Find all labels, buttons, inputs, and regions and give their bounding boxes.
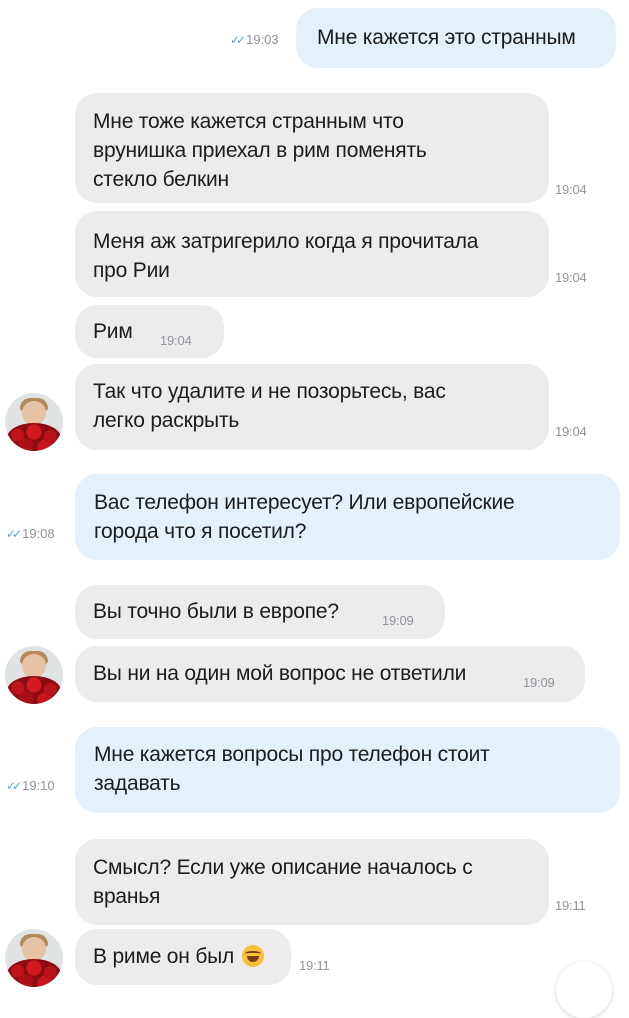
time-label: 19:04 (555, 182, 587, 197)
message-text: Рим (93, 320, 133, 343)
time-label: 19:04 (555, 424, 587, 439)
outgoing-message[interactable]: Вас телефон интересует? Или европейские … (75, 474, 620, 560)
incoming-message[interactable]: Смысл? Если уже описание началось с вран… (75, 839, 586, 925)
time-label: 19:08 (22, 526, 55, 541)
message-text: Меня аж затригерило когда я прочитала пр… (93, 230, 479, 282)
time-label: 19:09 (382, 613, 414, 628)
message-text: Так что удалите и не позорьтесь, вас лег… (93, 380, 446, 432)
message-text: Вы точно были в европе? (93, 600, 339, 623)
sender-avatar[interactable] (5, 646, 63, 704)
sender-avatar[interactable] (5, 929, 63, 987)
message-text-content: В риме он был (93, 945, 235, 968)
time-label: 19:09 (523, 675, 555, 690)
incoming-message[interactable]: Так что удалите и не позорьтесь, вас лег… (75, 364, 587, 450)
scroll-to-bottom-button[interactable] (556, 962, 612, 1018)
face-with-tears-of-joy-icon (241, 945, 264, 967)
message-text: Мне кажется вопросы про телефон стоит за… (94, 743, 490, 795)
time-label: 19:10 (22, 778, 55, 793)
message-text: Мне кажется это странным (317, 26, 576, 49)
outgoing-message[interactable]: Мне кажется вопросы про телефон стоит за… (75, 727, 620, 813)
outgoing-message[interactable]: Мне кажется это странным (296, 8, 616, 68)
incoming-message[interactable]: Рим 19:04 (75, 305, 224, 358)
sender-avatar[interactable] (5, 393, 63, 451)
message-time: ✓✓ 19:10 (6, 778, 55, 793)
read-receipt-icon: ✓✓ (6, 526, 22, 541)
message-time: ✓✓ 19:03 (230, 32, 279, 47)
incoming-message[interactable]: В риме он был 19:11 (75, 929, 330, 985)
time-label: 19:11 (555, 898, 586, 913)
message-text: Смысл? Если уже описание началось с вран… (93, 856, 473, 908)
incoming-message[interactable]: Вы точно были в европе? 19:09 (75, 585, 445, 639)
message-time: ✓✓ 19:08 (6, 526, 55, 541)
incoming-message[interactable]: Мне тоже кажется странным что врунишка п… (75, 93, 587, 203)
time-label: 19:04 (555, 270, 587, 285)
incoming-message[interactable]: Вы ни на один мой вопрос не ответили 19:… (75, 646, 585, 702)
message-text: Мне тоже кажется странным что врунишка п… (93, 110, 427, 191)
read-receipt-icon: ✓✓ (6, 778, 22, 793)
time-label: 19:11 (299, 958, 330, 973)
message-text: Вас телефон интересует? Или европейские … (94, 491, 515, 543)
time-label: 19:04 (160, 333, 192, 348)
message-text: В риме он был (93, 942, 264, 971)
time-label: 19:03 (246, 32, 279, 47)
message-text: Вы ни на один мой вопрос не ответили (93, 662, 467, 685)
incoming-message[interactable]: Меня аж затригерило когда я прочитала пр… (75, 211, 587, 297)
read-receipt-icon: ✓✓ (230, 32, 246, 47)
